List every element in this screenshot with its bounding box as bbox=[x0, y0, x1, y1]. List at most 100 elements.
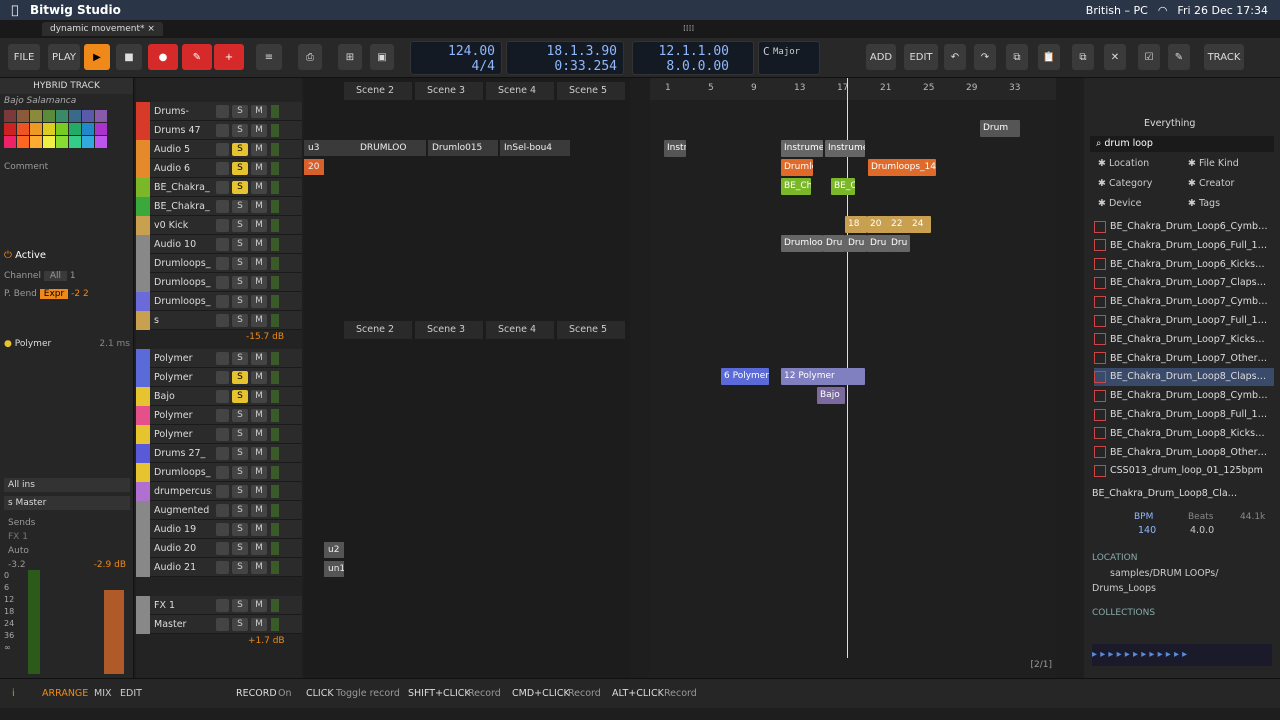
output-select[interactable]: s Master bbox=[4, 496, 130, 510]
color-swatch[interactable] bbox=[43, 136, 55, 148]
browser-result[interactable]: BE_Chakra_Drum_Loop7_Cymb… bbox=[1094, 293, 1274, 311]
record-arm-button[interactable] bbox=[216, 427, 229, 441]
record-arm-button[interactable] bbox=[216, 370, 229, 384]
solo-button[interactable]: S bbox=[232, 123, 248, 137]
color-swatch[interactable] bbox=[4, 136, 16, 148]
solo-button[interactable]: S bbox=[232, 560, 248, 574]
track-row[interactable]: Audio 21 S M bbox=[136, 557, 302, 577]
track-name[interactable]: Bajo bbox=[150, 391, 212, 402]
solo-button[interactable]: S bbox=[232, 465, 248, 479]
mute-button[interactable]: M bbox=[251, 541, 267, 555]
track-row[interactable]: Drums 47 S M bbox=[136, 120, 302, 140]
color-swatch[interactable] bbox=[95, 110, 107, 122]
browser-result[interactable]: BE_Chakra_Drum_Loop7_Kicks… bbox=[1094, 331, 1274, 349]
record-arm-button[interactable] bbox=[216, 351, 229, 365]
record-arm-button[interactable] bbox=[216, 408, 229, 422]
browser-result[interactable]: BE_Chakra_Drum_Loop8_Claps… bbox=[1094, 368, 1274, 387]
mute-button[interactable]: M bbox=[251, 446, 267, 460]
track-name[interactable]: BE_Chakra_ bbox=[150, 182, 212, 193]
mute-button[interactable]: M bbox=[251, 389, 267, 403]
record-arm-button[interactable] bbox=[216, 617, 229, 631]
color-swatch[interactable] bbox=[69, 123, 81, 135]
mute-button[interactable]: M bbox=[251, 370, 267, 384]
track-row[interactable]: Drumloops_ S M bbox=[136, 462, 302, 482]
stop-button[interactable]: ■ bbox=[116, 44, 142, 70]
timeline-ruler[interactable]: 1 5 9 13 17 21 25 29 33 bbox=[650, 78, 1056, 100]
arrangement-clip[interactable]: 20 bbox=[867, 216, 889, 233]
color-swatch[interactable] bbox=[69, 136, 81, 148]
grip-icon[interactable]: ⁞⁞⁞⁞ bbox=[683, 24, 694, 34]
page-indicator[interactable]: [2/1] bbox=[1030, 660, 1052, 670]
browser-result[interactable]: BE_Chakra_Drum_Loop6_Kicks… bbox=[1094, 256, 1274, 274]
track-row[interactable]: v0 Kick S M bbox=[136, 215, 302, 235]
copy-icon[interactable]: ⧉ bbox=[1006, 44, 1028, 70]
mute-button[interactable]: M bbox=[251, 104, 267, 118]
tempo-display[interactable]: 124.00 4/4 bbox=[410, 41, 502, 75]
track-name[interactable]: Polymer bbox=[150, 410, 212, 421]
track-name[interactable]: Polymer bbox=[150, 353, 212, 364]
browser-result[interactable]: BE_Chakra_Drum_Loop8_Other… bbox=[1094, 444, 1274, 462]
mute-button[interactable]: M bbox=[251, 598, 267, 612]
track-row[interactable]: Drumloops_ S M bbox=[136, 291, 302, 311]
solo-button[interactable]: S bbox=[232, 446, 248, 460]
track-row[interactable]: s SM bbox=[136, 310, 302, 330]
key-display[interactable]: C Major bbox=[758, 41, 820, 75]
screen-icon[interactable]: ▣ bbox=[370, 44, 394, 70]
master-volume[interactable]: +1.7 dB bbox=[248, 636, 285, 646]
mute-button[interactable]: M bbox=[251, 427, 267, 441]
track-name[interactable]: Audio 21 bbox=[150, 562, 212, 573]
record-arm-button[interactable] bbox=[216, 199, 229, 213]
track-row[interactable]: Audio 10 S M bbox=[136, 234, 302, 254]
track-name[interactable]: s bbox=[150, 315, 212, 326]
browser-filter[interactable]: ✱ Creator bbox=[1188, 178, 1234, 189]
record-arm-button[interactable] bbox=[216, 446, 229, 460]
comment-field[interactable]: Comment bbox=[0, 160, 133, 174]
arrangement-clip[interactable]: Instrumer bbox=[781, 140, 823, 157]
track-name[interactable]: Drumloops_ bbox=[150, 296, 212, 307]
browser-result[interactable]: BE_Chakra_Drum_Loop8_Full_1… bbox=[1094, 406, 1274, 424]
mute-button[interactable]: M bbox=[251, 142, 267, 156]
redo-icon[interactable]: ↷ bbox=[974, 44, 996, 70]
track-name[interactable]: Bajo Salamanca bbox=[0, 94, 133, 108]
track-name[interactable]: Drumloops_ bbox=[150, 258, 212, 269]
track-name[interactable]: Audio 19 bbox=[150, 524, 212, 535]
mix-tab[interactable]: MIX bbox=[94, 688, 112, 699]
mute-button[interactable]: M bbox=[251, 503, 267, 517]
color-swatch[interactable] bbox=[69, 110, 81, 122]
location-folder[interactable]: Drums_Loops bbox=[1092, 583, 1156, 594]
record-arm-button[interactable] bbox=[216, 104, 229, 118]
solo-button[interactable]: S bbox=[232, 484, 248, 498]
browser-result[interactable]: BE_Chakra_Drum_Loop6_Cymb… bbox=[1094, 218, 1274, 236]
track-row[interactable]: drumpercuss S M bbox=[136, 481, 302, 501]
track-name[interactable]: Polymer bbox=[150, 429, 212, 440]
track-row[interactable]: Audio 20 S M bbox=[136, 538, 302, 558]
clip-slot[interactable]: un1 bbox=[324, 561, 344, 577]
scene-launcher[interactable]: Scene 3 bbox=[415, 321, 483, 339]
paste-icon[interactable]: 📋 bbox=[1038, 44, 1060, 70]
color-swatch[interactable] bbox=[43, 110, 55, 122]
scene-launcher[interactable]: Scene 4 bbox=[486, 321, 554, 339]
scene-launcher[interactable]: Scene 3 bbox=[415, 82, 483, 100]
track-button[interactable]: TRACK bbox=[1204, 44, 1244, 70]
color-swatch[interactable] bbox=[17, 136, 29, 148]
solo-button[interactable]: S bbox=[232, 617, 248, 631]
delete-icon[interactable]: ✕ bbox=[1104, 44, 1126, 70]
solo-button[interactable]: S bbox=[232, 408, 248, 422]
add-panel-icon[interactable]: ⊞ bbox=[338, 44, 362, 70]
duplicate-icon[interactable]: ⧉ bbox=[1072, 44, 1094, 70]
track-name[interactable]: Audio 5 bbox=[150, 144, 212, 155]
app-name[interactable]: Bitwig Studio bbox=[30, 3, 121, 17]
solo-button[interactable]: S bbox=[232, 503, 248, 517]
track-name[interactable]: Audio 20 bbox=[150, 543, 212, 554]
color-swatch[interactable] bbox=[82, 136, 94, 148]
print-icon[interactable]: ⎙ bbox=[298, 44, 322, 70]
arrangement-clip[interactable]: Dru bbox=[867, 235, 889, 252]
track-name[interactable]: Drumloops_ bbox=[150, 277, 212, 288]
track-row[interactable]: Drums- S M bbox=[136, 101, 302, 121]
track-row[interactable]: Drumloops_ S M bbox=[136, 253, 302, 273]
record-arm-button[interactable] bbox=[216, 180, 229, 194]
arrangement-clip[interactable]: BE_Ch bbox=[781, 178, 811, 195]
record-arm-button[interactable] bbox=[216, 123, 229, 137]
mute-button[interactable]: M bbox=[251, 465, 267, 479]
clip-slot[interactable]: Drumlo015 bbox=[428, 140, 498, 156]
